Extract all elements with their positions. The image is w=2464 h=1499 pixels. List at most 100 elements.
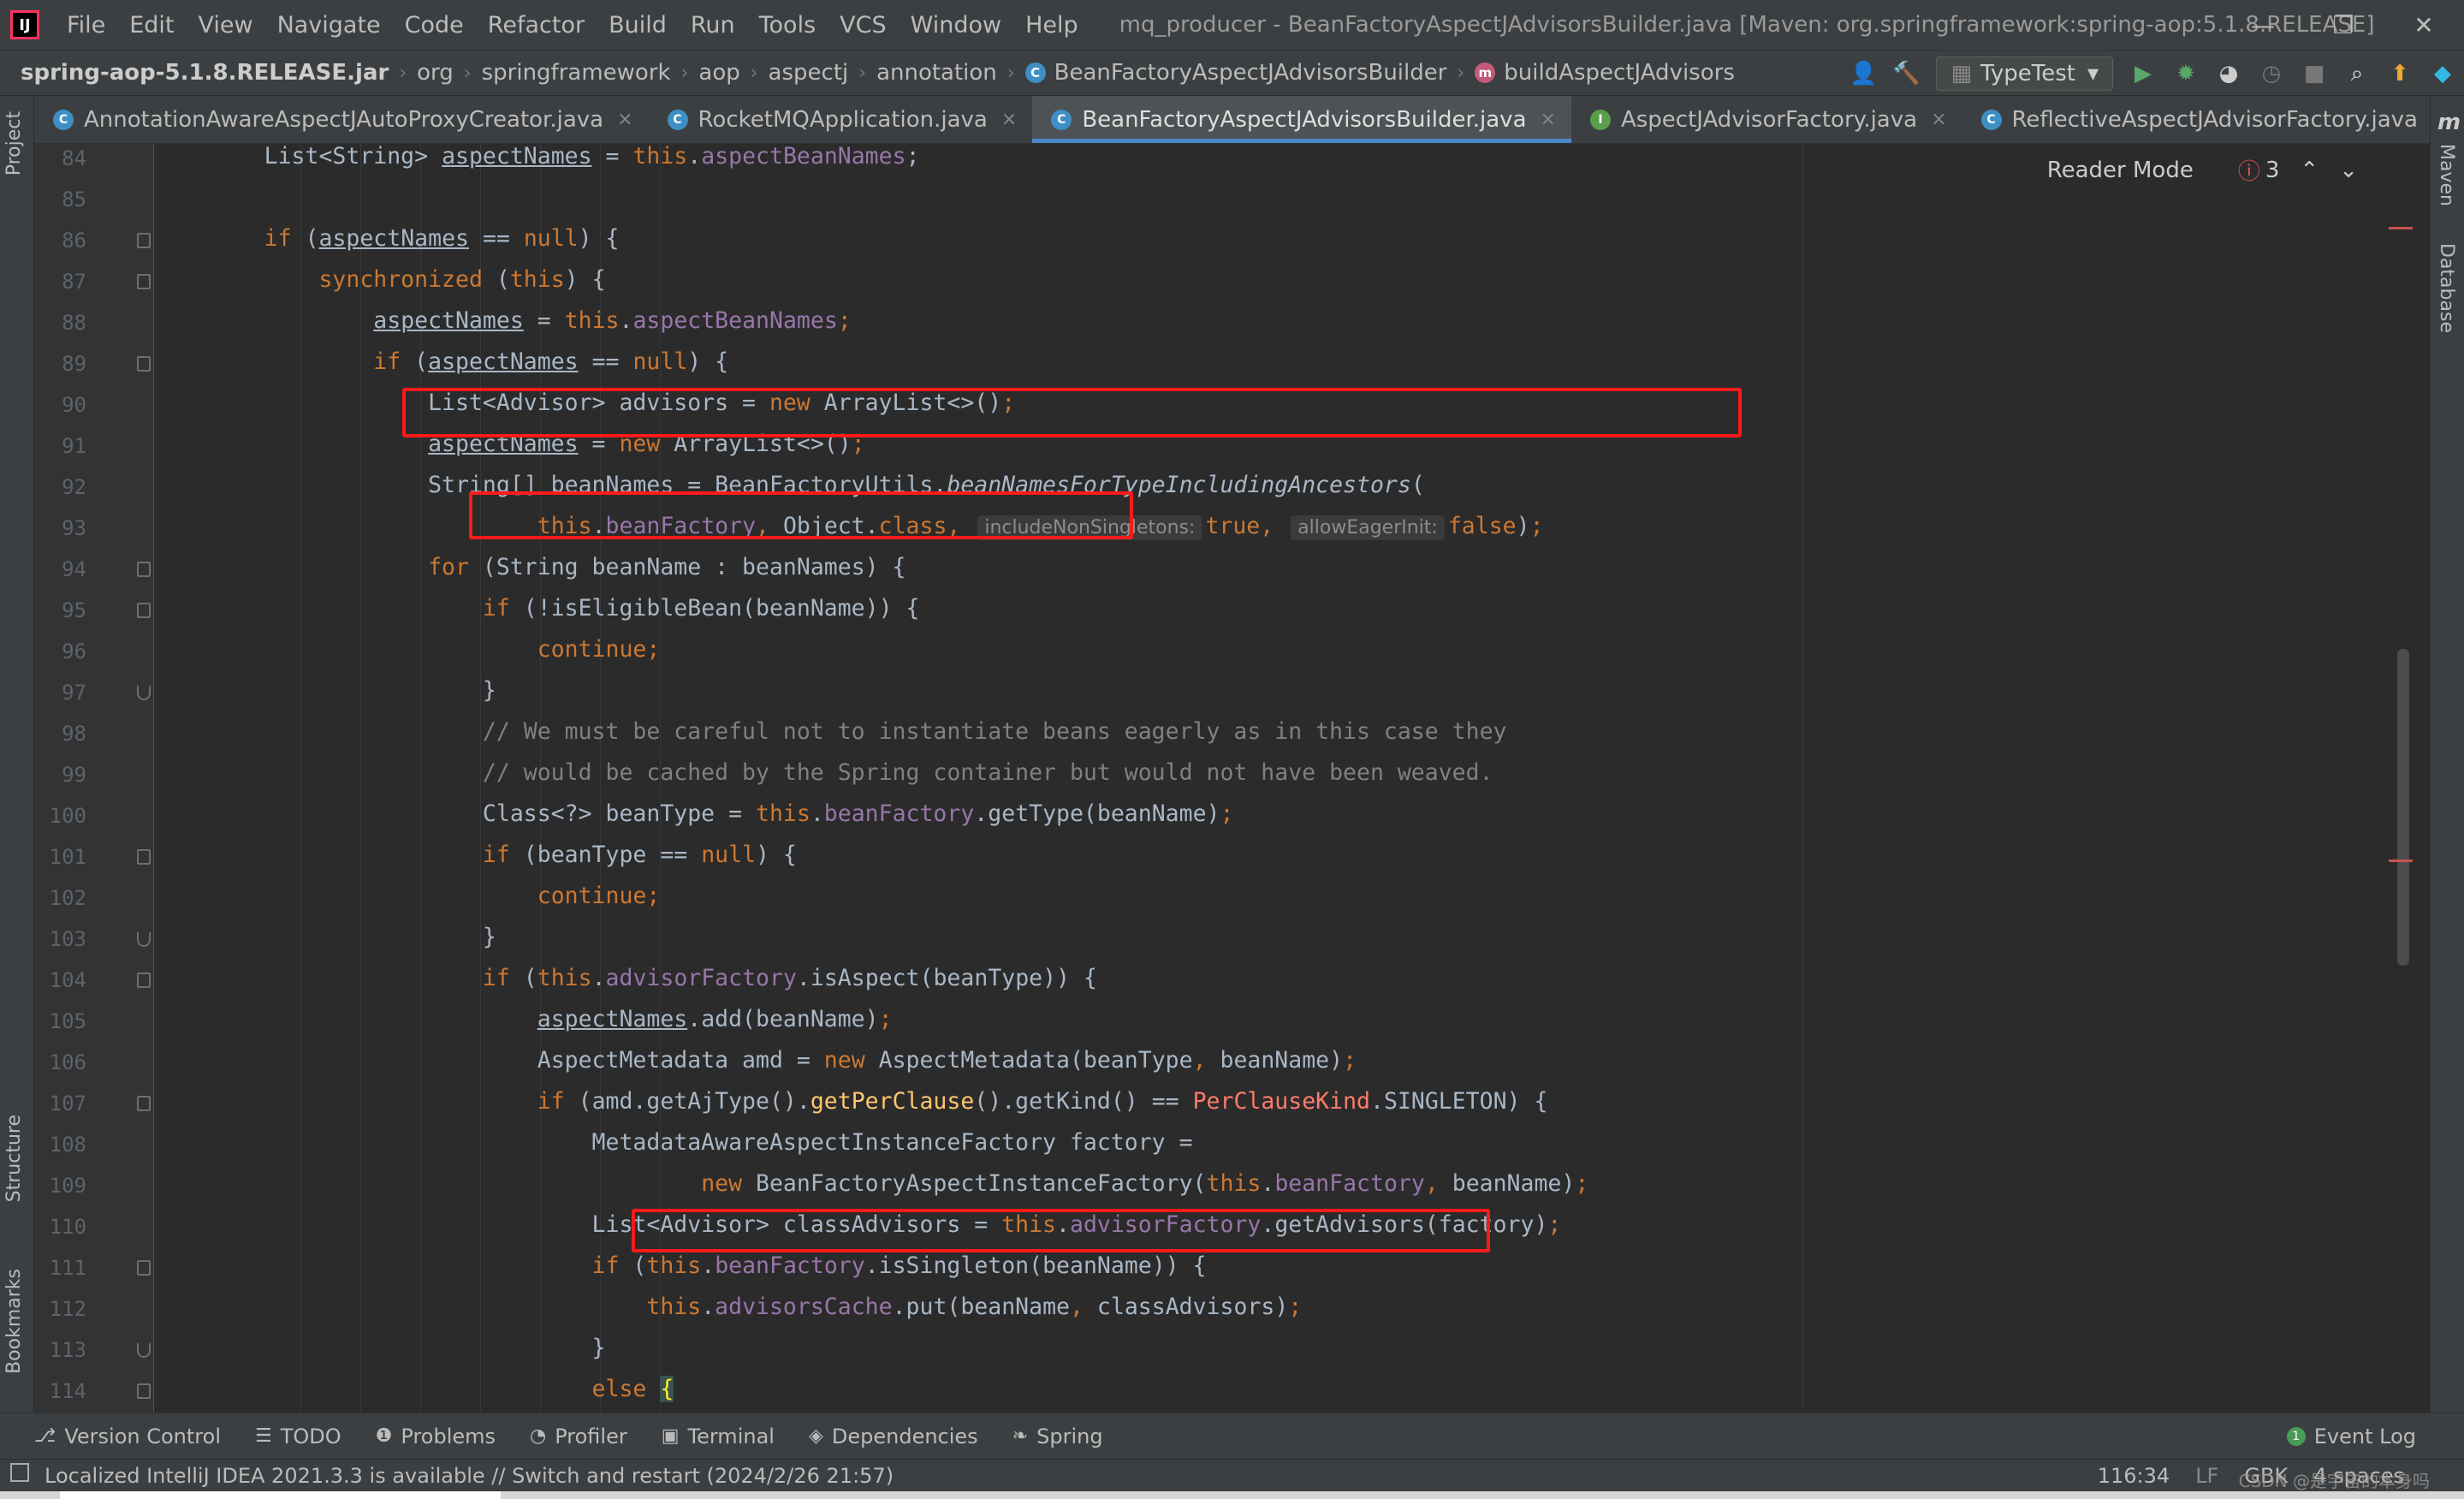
code-token: ( [523, 965, 537, 991]
code-token: advisorFactory [605, 965, 797, 991]
menu-view[interactable]: View [186, 12, 264, 39]
code-token: this [1206, 1170, 1262, 1197]
chevron-right-icon: › [1006, 62, 1015, 84]
status-toggle-icon[interactable] [10, 1463, 29, 1482]
code-token: .isAspect(beanType)) { [796, 965, 1097, 991]
tool-tab-spring[interactable]: ❧ Spring [1012, 1425, 1103, 1448]
tool-tab-dependencies[interactable]: ◈ Dependencies [809, 1425, 978, 1448]
close-tab-icon[interactable]: × [1931, 109, 1946, 130]
highlight-box-beannames [402, 388, 1742, 437]
tool-tab-label: Spring [1036, 1424, 1103, 1448]
restore-icon[interactable]: ❐ [2303, 0, 2384, 50]
code-token: .put(beanName [892, 1294, 1070, 1320]
watermark: CSDN @是宇宙的本身吗 [2238, 1471, 2430, 1491]
breadcrumb-item[interactable]: spring-aop-5.1.8.RELEASE.jar [21, 60, 389, 86]
taskbar-segment [60, 1491, 501, 1499]
error-stripe-marker[interactable] [2389, 227, 2413, 229]
close-tab-icon[interactable]: × [1541, 109, 1556, 130]
breadcrumb-item[interactable]: springframework [482, 60, 671, 86]
menu-vcs[interactable]: VCS [828, 12, 898, 39]
editor-tab[interactable]: I AspectJAdvisorFactory.java × [1571, 96, 1962, 143]
editor-tab[interactable]: C AnnotationAwareAspectJAutoProxyCreator.… [34, 96, 649, 143]
code-token: aspectNames [537, 1006, 688, 1032]
status-message[interactable]: Localized IntelliJ IDEA 2021.3.3 is avai… [45, 1464, 894, 1488]
menu-navigate[interactable]: Navigate [265, 12, 393, 39]
fold-marker-icon[interactable] [137, 274, 151, 289]
close-tab-icon[interactable]: × [617, 109, 632, 130]
error-icon[interactable]: ⓘ [2238, 154, 2260, 186]
tool-tab-terminal[interactable]: ▣ Terminal [662, 1425, 775, 1448]
close-tab-icon[interactable]: × [1001, 109, 1017, 130]
search-icon[interactable]: ⌕ [2339, 56, 2375, 92]
menu-help[interactable]: Help [1013, 12, 1090, 39]
code-token: false [1447, 513, 1517, 539]
menu-window[interactable]: Window [899, 12, 1013, 39]
structure-tool-tab[interactable]: Structure [3, 1115, 25, 1202]
menu-run[interactable]: Run [679, 12, 747, 39]
editor-tab[interactable]: CReflectiveAspectJAdvisorFactory.java× [1962, 96, 2431, 143]
update-icon[interactable]: ⬆ [2382, 56, 2418, 92]
code-token: if [591, 1252, 633, 1279]
fold-marker-icon[interactable] [137, 1383, 151, 1399]
breadcrumb-item[interactable]: annotation [876, 60, 997, 86]
breadcrumb-item[interactable]: m buildAspectJAdvisors [1475, 60, 1735, 86]
fold-marker-icon[interactable] [137, 1096, 151, 1111]
editor-tab[interactable]: C RocketMQApplication.java × [649, 96, 1033, 143]
stop-icon[interactable]: ■ [2296, 56, 2332, 92]
fold-marker-icon[interactable] [137, 562, 151, 577]
fold-marker-icon[interactable] [137, 973, 151, 988]
line-number: 94 [62, 557, 86, 581]
toolbox-icon[interactable]: ◆ [2425, 56, 2461, 92]
user-icon[interactable]: 👤 [1845, 56, 1881, 92]
menu-build[interactable]: Build [597, 12, 679, 39]
line-number: 108 [49, 1133, 86, 1157]
tool-tab-profiler[interactable]: ◔ Profiler [530, 1425, 627, 1448]
error-stripe-marker[interactable] [2389, 860, 2413, 862]
menu-file[interactable]: File [55, 12, 117, 39]
menu-tools[interactable]: Tools [747, 12, 828, 39]
fold-marker-icon[interactable] [137, 356, 151, 372]
bookmarks-tool-tab[interactable]: Bookmarks [3, 1269, 25, 1374]
editor-tab[interactable]: C BeanFactoryAspectJAdvisorsBuilder.java × [1032, 96, 1571, 143]
code-editor[interactable]: List<String> aspectNames = this.aspectBe… [155, 144, 2413, 1413]
minimize-icon[interactable]: — [2223, 0, 2303, 50]
fold-marker-icon[interactable] [137, 931, 151, 947]
breadcrumb-item[interactable]: org [417, 60, 454, 86]
tool-tab-problems[interactable]: ❶ Problems [376, 1425, 496, 1448]
menu-edit[interactable]: Edit [117, 12, 186, 39]
fold-marker-icon[interactable] [137, 603, 151, 618]
hammer-icon[interactable]: 🔨 [1888, 56, 1924, 92]
tool-tab-version-control[interactable]: ⎇ Version Control [34, 1425, 221, 1448]
maven-tool-tab[interactable]: Maven [2436, 144, 2457, 206]
profile-icon[interactable]: ◷ [2253, 56, 2289, 92]
code-token: . [1261, 1170, 1275, 1197]
run-config-select[interactable]: ▦ TypeTest ▾ [1936, 57, 2113, 91]
close-icon[interactable]: ✕ [2384, 0, 2464, 50]
prev-problem-icon[interactable]: ⌃ [2300, 158, 2319, 183]
code-token: AspectMetadata amd = [155, 1047, 824, 1074]
menu-refactor[interactable]: Refactor [476, 12, 597, 39]
next-problem-icon[interactable]: ⌄ [2339, 158, 2358, 183]
fold-marker-icon[interactable] [137, 1342, 151, 1358]
line-separator[interactable]: LF [2195, 1464, 2218, 1488]
fold-marker-icon[interactable] [137, 233, 151, 248]
fold-marker-icon[interactable] [137, 1260, 151, 1276]
caret-position[interactable]: 116:34 [2098, 1464, 2170, 1488]
event-log-tab[interactable]: 1 Event Log [2286, 1425, 2416, 1448]
breadcrumb-item[interactable]: aspectj [769, 60, 849, 86]
highlight-box-advisorscache [632, 1209, 1490, 1252]
run-icon[interactable]: ▶ [2125, 56, 2161, 92]
breadcrumb-item[interactable]: aop [698, 60, 739, 86]
project-tool-tab[interactable]: Project [3, 111, 25, 175]
reader-mode-toggle[interactable]: Reader Mode [2047, 158, 2194, 183]
debug-icon[interactable]: ✹ [2168, 56, 2204, 92]
fold-marker-icon[interactable] [137, 849, 151, 865]
database-tool-tab[interactable]: Database [2436, 243, 2457, 333]
breadcrumb-item[interactable]: C BeanFactoryAspectJAdvisorsBuilder [1024, 60, 1446, 86]
vertical-scrollbar[interactable] [2397, 649, 2409, 966]
menu-code[interactable]: Code [393, 12, 476, 39]
fold-marker-icon[interactable] [137, 685, 151, 700]
coverage-icon[interactable]: ◕ [2211, 56, 2247, 92]
tool-tab-todo[interactable]: ☰ TODO [255, 1425, 341, 1448]
